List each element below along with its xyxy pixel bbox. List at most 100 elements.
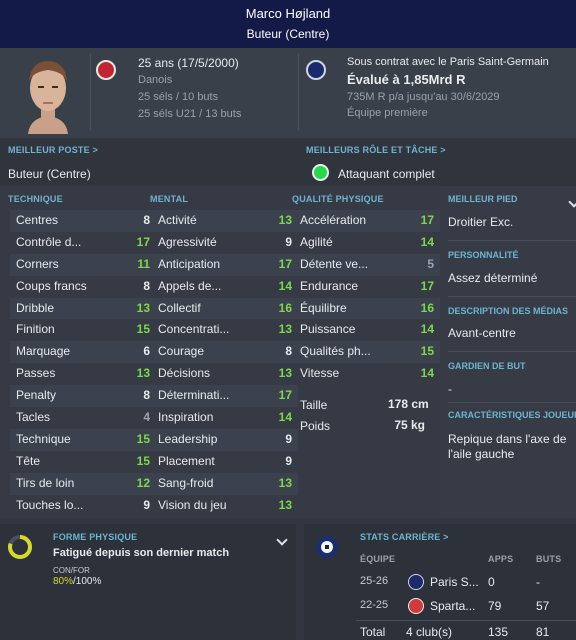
attribute-name: Anticipation (158, 256, 221, 271)
season: 22-25 (360, 599, 389, 611)
attribute-row[interactable]: Agressivité 9 (158, 232, 292, 254)
attribute-row[interactable]: Collectif 16 (152, 297, 298, 320)
best-role-title[interactable]: MEILLEURS RÔLE ET TÂCHE > (306, 145, 446, 155)
condition-max: /100% (73, 576, 102, 587)
attribute-value: 13 (136, 366, 150, 381)
best-position-title[interactable]: MEILLEUR POSTE > (8, 145, 98, 155)
fitness-title: FORME PHYSIQUE (53, 532, 138, 542)
attribute-row[interactable]: Contrôle d... 17 (16, 232, 150, 254)
condition-percent: 80% (53, 576, 74, 587)
traits-value: Repique dans l'axe de l'aile gauche (448, 432, 567, 461)
club-name[interactable]: Paris S... (430, 575, 479, 589)
attribute-row[interactable]: Agilité 14 (300, 232, 434, 254)
attribute-row[interactable]: Anticipation 17 (152, 253, 298, 276)
divider (448, 296, 576, 297)
career-title[interactable]: STATS CARRIÈRE > (360, 532, 449, 542)
attribute-row[interactable]: Leadership 9 (152, 428, 298, 451)
attribute-row[interactable]: Vision du jeu 13 (158, 495, 292, 517)
club-name[interactable]: Sparta... (430, 599, 475, 613)
attribute-value: 13 (278, 366, 292, 381)
attribute-row[interactable]: Équilibre 16 (294, 297, 440, 320)
club-crest-icon (408, 574, 424, 590)
attribute-name: Placement (158, 453, 215, 468)
best-role-value: Attaquant complet (338, 167, 435, 181)
attribute-row[interactable]: Courage 8 (152, 341, 298, 364)
best-position-value: Buteur (Centre) (8, 167, 91, 181)
attribute-row[interactable]: Passes 13 (16, 363, 150, 385)
attribute-row[interactable]: Technique 15 (10, 428, 156, 451)
divider (448, 402, 576, 403)
attribute-row[interactable]: Inspiration 14 (158, 407, 292, 429)
attribute-value: 12 (136, 475, 150, 490)
attribute-name: Déterminati... (158, 388, 230, 403)
attribute-row[interactable]: Concentrati... 13 (158, 319, 292, 341)
attribute-name: Détente ve... (300, 256, 369, 271)
attribute-value: 17 (278, 256, 292, 271)
club-crest-icon[interactable] (306, 60, 326, 80)
attribute-row[interactable]: Marquage 6 (10, 341, 156, 364)
attribute-value: 8 (143, 388, 150, 403)
player-value: Évalué à 1,85Mrd R (347, 72, 466, 87)
attribute-row[interactable]: Tirs de loin 12 (10, 472, 156, 495)
attribute-value: 8 (143, 213, 150, 227)
attribute-name: Passes (16, 366, 56, 381)
attribute-name: Tirs de loin (16, 475, 75, 490)
attribute-name: Qualités ph... (300, 344, 371, 359)
attribute-row[interactable]: Centres 8 (10, 210, 156, 232)
attribute-name: Courage (158, 344, 205, 359)
club-crest-icon (408, 598, 424, 614)
attribute-value: 15 (136, 453, 150, 468)
attribute-name: Contrôle d... (16, 234, 82, 249)
attribute-row[interactable]: Tacles 4 (16, 407, 150, 429)
personality-value: Assez déterminé (448, 271, 538, 285)
attribute-row[interactable]: Finition 15 (16, 319, 150, 341)
caps: 25 séls / 10 buts (138, 91, 219, 103)
career-total-row: Total 4 club(s) 135 81 (356, 621, 576, 640)
attribute-row[interactable]: Sang-froid 13 (152, 472, 298, 495)
attribute-row[interactable]: Puissance 14 (300, 319, 434, 341)
attribute-row[interactable]: Détente ve... 5 (294, 253, 440, 276)
attribute-row[interactable]: Dribble 13 (10, 297, 156, 320)
attribute-row[interactable]: Placement 9 (158, 451, 292, 473)
attribute-name: Centres (16, 213, 59, 227)
attribute-value: 17 (136, 234, 150, 249)
attribute-row[interactable]: Corners 11 (10, 253, 156, 276)
attribute-value: 13 (278, 322, 292, 337)
attribute-row[interactable]: Accélération 17 (294, 210, 440, 232)
attribute-row[interactable]: Déterminati... 17 (152, 385, 298, 407)
attribute-row[interactable]: Penalty 8 (10, 385, 156, 407)
attribute-name: Vitesse (300, 366, 340, 381)
attribute-name: Puissance (300, 322, 356, 337)
attribute-row[interactable]: Tête 15 (16, 451, 150, 473)
height-label: Taille (300, 398, 328, 412)
nationality[interactable]: Danois (138, 74, 172, 86)
attribute-row[interactable]: Endurance 17 (300, 276, 434, 298)
career-row[interactable]: 25-26 Paris S... 0 - (356, 571, 576, 595)
attribute-row[interactable]: Activité 13 (152, 210, 298, 232)
attribute-name: Accélération (300, 213, 367, 227)
attribute-row[interactable]: Qualités ph... 15 (294, 341, 440, 364)
attribute-name: Vision du jeu (158, 497, 227, 512)
career-row[interactable]: 22-25 Sparta... 79 57 (356, 595, 576, 619)
player-position: Buteur (Centre) (246, 27, 330, 41)
attribute-row[interactable]: Vitesse 14 (300, 363, 434, 385)
col-goals-header: BUTS (536, 554, 562, 564)
divider (90, 54, 91, 130)
condition-value: 80%/100% (53, 576, 101, 587)
attribute-name: Activité (158, 213, 197, 227)
attribute-row[interactable]: Touches lo... 9 (16, 495, 150, 517)
best-foot-value: Droitier Exc. (448, 215, 514, 229)
attribute-row[interactable]: Appels de... 14 (158, 276, 292, 298)
attribute-row[interactable]: Coups francs 8 (16, 276, 150, 298)
contract-text[interactable]: Sous contrat avec le Paris Saint-Germain (347, 56, 549, 68)
divider (448, 240, 576, 241)
personality-title: PERSONNALITÉ (448, 250, 519, 260)
media-value: Avant-centre (448, 326, 516, 340)
attribute-value: 13 (278, 213, 292, 227)
attribute-name: Agressivité (158, 234, 217, 249)
attribute-name: Coups francs (16, 278, 87, 293)
attribute-value: 14 (420, 234, 434, 249)
attribute-row[interactable]: Décisions 13 (158, 363, 292, 385)
attribute-value: 15 (136, 431, 150, 446)
wage: 735M R p/a jusqu'au 30/6/2029 (347, 91, 500, 103)
